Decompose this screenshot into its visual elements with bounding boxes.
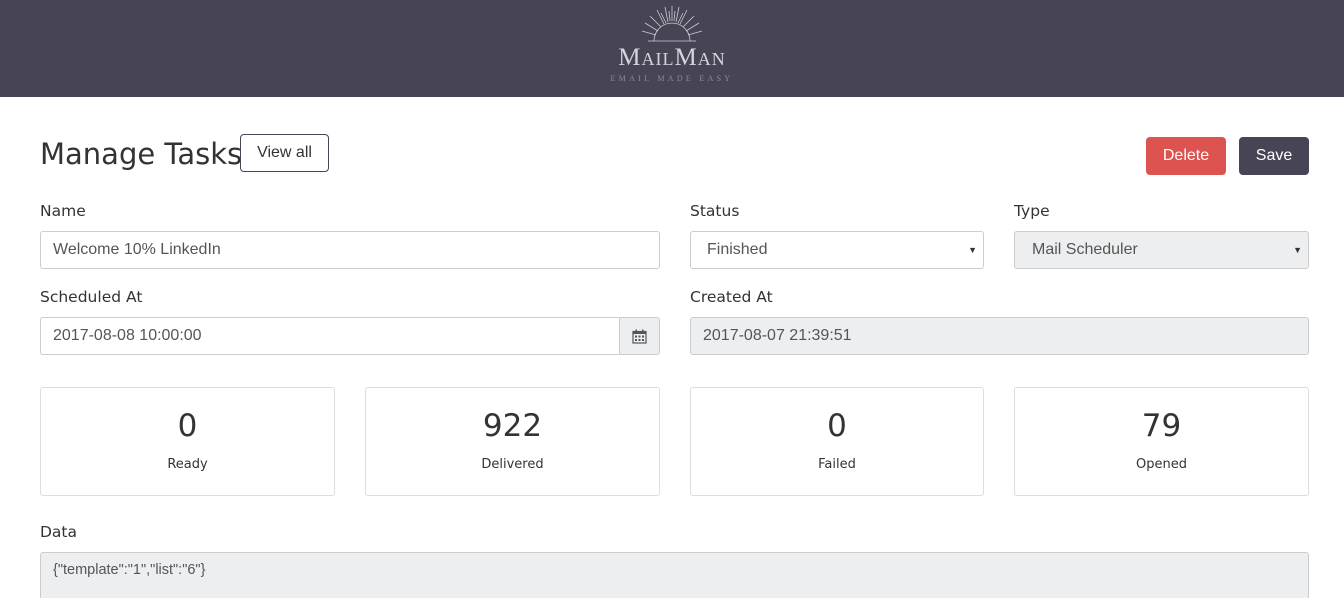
created-at-input: 2017-08-07 21:39:51 — [690, 317, 1309, 355]
mailman-logo[interactable]: MailMan EMAIL MADE EASY — [572, 2, 772, 92]
sunburst-logo-icon — [641, 6, 703, 42]
stat-card-ready: 0 Ready — [40, 387, 335, 496]
top-navbar: MailMan EMAIL MADE EASY — [0, 0, 1344, 97]
stat-card-failed: 0 Failed — [690, 387, 984, 496]
status-select[interactable]: Finished ▼ — [690, 231, 984, 269]
brand-name: MailMan — [618, 44, 726, 71]
type-select[interactable]: Mail Scheduler ▼ — [1014, 231, 1309, 269]
save-button[interactable]: Save — [1239, 137, 1309, 175]
page-title: Manage Tasks — [40, 137, 243, 171]
stat-label: Failed — [818, 457, 856, 472]
data-label: Data — [40, 523, 78, 541]
caret-down-icon: ▼ — [1293, 245, 1302, 255]
status-select-value: Finished — [707, 241, 768, 258]
type-select-value: Mail Scheduler — [1032, 241, 1138, 258]
delete-button[interactable]: Delete — [1146, 137, 1226, 175]
calendar-icon — [632, 329, 647, 344]
caret-down-icon: ▼ — [968, 245, 977, 255]
created-at-label: Created At — [690, 288, 773, 306]
scheduled-at-label: Scheduled At — [40, 288, 143, 306]
stat-value: 0 — [177, 408, 198, 444]
view-all-button[interactable]: View all — [240, 134, 329, 172]
scheduled-at-input[interactable]: 2017-08-08 10:00:00 — [40, 317, 620, 355]
stat-value: 79 — [1141, 408, 1182, 444]
stat-value: 922 — [482, 408, 543, 444]
stat-card-opened: 79 Opened — [1014, 387, 1309, 496]
brand-tagline: EMAIL MADE EASY — [610, 74, 734, 83]
stat-label: Ready — [167, 457, 208, 472]
calendar-button[interactable] — [619, 317, 660, 355]
name-label: Name — [40, 202, 86, 220]
stat-label: Delivered — [481, 457, 544, 472]
status-label: Status — [690, 202, 740, 220]
type-label: Type — [1014, 202, 1050, 220]
stat-label: Opened — [1136, 457, 1187, 472]
data-textarea: {"template":"1","list":"6"} — [40, 552, 1309, 598]
stat-card-delivered: 922 Delivered — [365, 387, 660, 496]
stat-value: 0 — [827, 408, 847, 444]
name-input[interactable]: Welcome 10% LinkedIn — [40, 231, 660, 269]
